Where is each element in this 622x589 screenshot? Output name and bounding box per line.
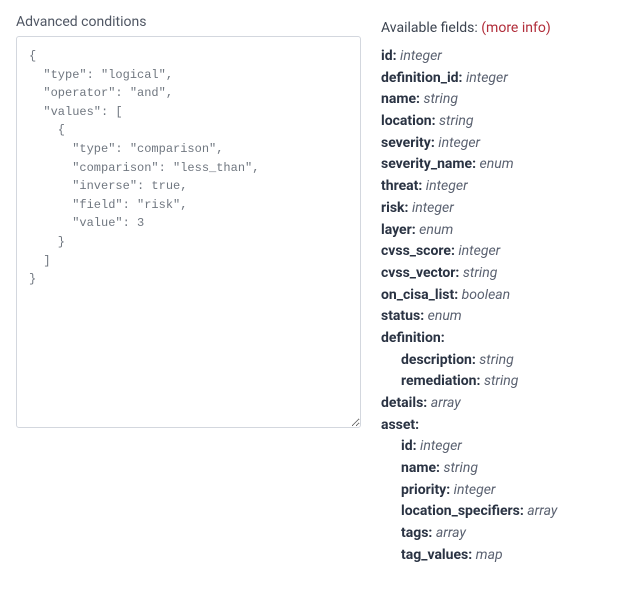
field-type: string xyxy=(484,373,518,389)
field-type: array xyxy=(431,395,461,411)
available-fields-panel: Available fields: (more info) id: intege… xyxy=(381,14,606,575)
field-name: location_specifiers: xyxy=(401,503,524,519)
field-type: map xyxy=(476,547,503,563)
field-list: id: integerdefinition_id: integername: s… xyxy=(381,46,606,567)
field-type: enum xyxy=(428,308,462,324)
field-item: severity_name: enum xyxy=(381,154,606,176)
field-name: description: xyxy=(401,352,476,368)
field-type: enum xyxy=(419,222,453,238)
field-name: status: xyxy=(381,308,424,324)
field-name: name: xyxy=(381,91,420,107)
field-item: description: string xyxy=(401,350,606,372)
field-type: array xyxy=(436,525,466,541)
advanced-conditions-panel: Advanced conditions xyxy=(16,14,361,575)
field-item: location_specifiers: array xyxy=(401,501,606,523)
field-type: boolean xyxy=(462,287,511,303)
field-type: integer xyxy=(454,482,496,498)
field-type: array xyxy=(527,503,557,519)
field-item: name: string xyxy=(381,89,606,111)
field-name: on_cisa_list: xyxy=(381,287,458,303)
field-item: tags: array xyxy=(401,523,606,545)
field-item: id: integer xyxy=(401,436,606,458)
field-type: integer xyxy=(400,48,442,64)
field-name: asset: xyxy=(381,417,419,433)
field-name: cvss_score: xyxy=(381,243,455,259)
field-name: remediation: xyxy=(401,373,480,389)
field-name: id: xyxy=(381,48,397,64)
field-item: location: string xyxy=(381,111,606,133)
field-item: threat: integer xyxy=(381,176,606,198)
field-type: string xyxy=(443,460,477,476)
field-type: integer xyxy=(458,243,500,259)
field-type: string xyxy=(463,265,497,281)
field-name: layer: xyxy=(381,222,416,238)
advanced-conditions-textarea[interactable] xyxy=(16,36,361,428)
field-type: integer xyxy=(466,70,508,86)
field-type: string xyxy=(479,352,513,368)
field-item: cvss_score: integer xyxy=(381,241,606,263)
field-name: cvss_vector: xyxy=(381,265,459,281)
field-item: severity: integer xyxy=(381,133,606,155)
field-item: definition_id: integer xyxy=(381,68,606,90)
nested-field-list: id: integername: stringpriority: integer… xyxy=(381,436,606,566)
available-fields-label: Available fields: xyxy=(381,20,478,36)
field-item: id: integer xyxy=(381,46,606,68)
field-item: definition: xyxy=(381,328,606,350)
field-name: threat: xyxy=(381,178,422,194)
field-item: cvss_vector: string xyxy=(381,263,606,285)
field-name: definition: xyxy=(381,330,445,346)
field-type: integer xyxy=(426,178,468,194)
field-type: integer xyxy=(438,135,480,151)
field-item: priority: integer xyxy=(401,480,606,502)
field-item: risk: integer xyxy=(381,198,606,220)
field-name: priority: xyxy=(401,482,450,498)
field-item: on_cisa_list: boolean xyxy=(381,285,606,307)
field-name: details: xyxy=(381,395,427,411)
field-name: name: xyxy=(401,460,440,476)
field-name: tag_values: xyxy=(401,547,472,563)
field-item: details: array xyxy=(381,393,606,415)
field-type: integer xyxy=(420,438,462,454)
field-item: name: string xyxy=(401,458,606,480)
field-name: id: xyxy=(401,438,417,454)
field-type: integer xyxy=(412,200,454,216)
available-fields-header: Available fields: (more info) xyxy=(381,20,606,36)
more-info-link[interactable]: (more info) xyxy=(481,20,550,36)
field-item: layer: enum xyxy=(381,220,606,242)
field-type: string xyxy=(423,91,457,107)
advanced-conditions-label: Advanced conditions xyxy=(16,14,361,30)
field-item: asset: xyxy=(381,415,606,437)
field-name: severity: xyxy=(381,135,435,151)
field-name: definition_id: xyxy=(381,70,462,86)
field-name: tags: xyxy=(401,525,432,541)
field-name: risk: xyxy=(381,200,408,216)
field-item: remediation: string xyxy=(401,371,606,393)
field-type: string xyxy=(439,113,473,129)
field-type: enum xyxy=(480,156,514,172)
field-name: location: xyxy=(381,113,436,129)
field-name: severity_name: xyxy=(381,156,476,172)
nested-field-list: description: stringremediation: string xyxy=(381,350,606,393)
field-item: status: enum xyxy=(381,306,606,328)
field-item: tag_values: map xyxy=(401,545,606,567)
